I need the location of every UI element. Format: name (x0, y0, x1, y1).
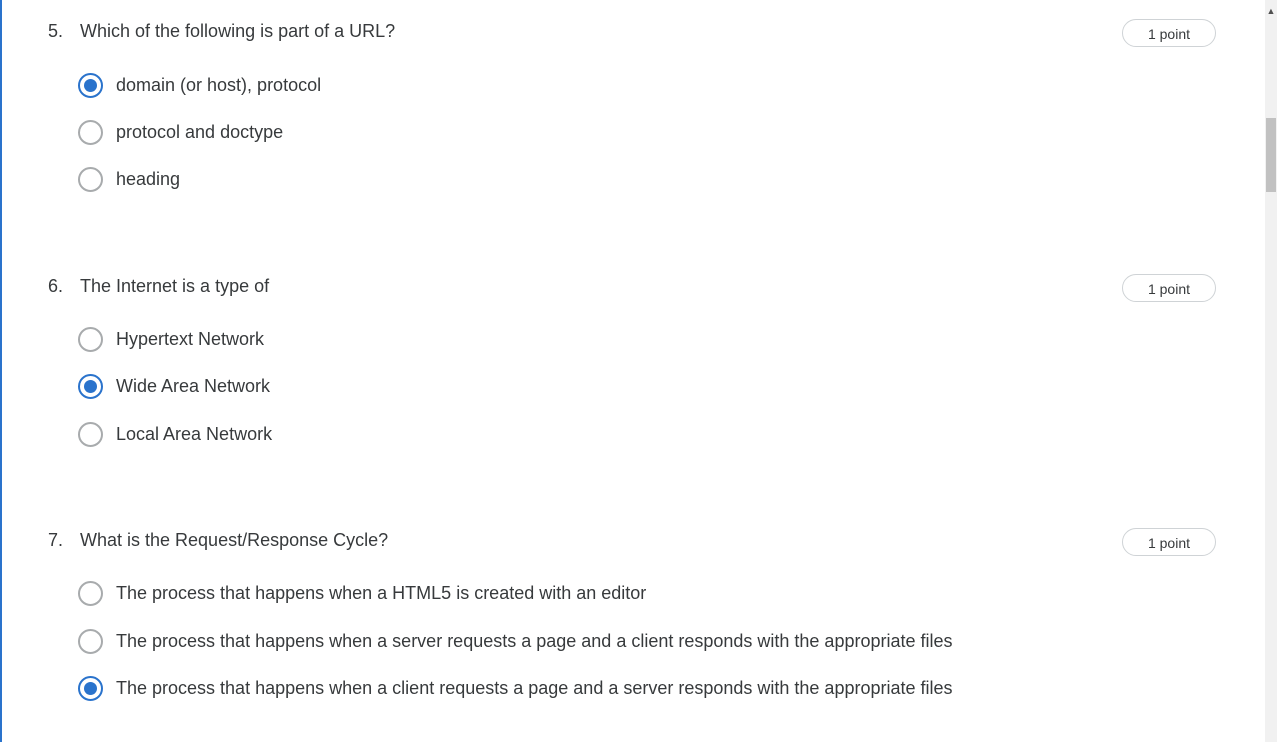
option-label: The process that happens when a HTML5 is… (116, 582, 647, 603)
question-text: What is the Request/Response Cycle? (80, 530, 389, 550)
question-text: The Internet is a type of (80, 276, 270, 296)
option-label: Hypertext Network (116, 328, 265, 349)
radio-button[interactable] (78, 628, 103, 654)
option-q6-2[interactable]: Wide Area Network (78, 372, 270, 400)
option-q5-2[interactable]: protocol and doctype (78, 118, 283, 146)
question-title: 5. Which of the following is part of a UR… (48, 19, 395, 43)
option-label: Local Area Network (116, 423, 273, 444)
scrollbar-thumb[interactable] (1266, 118, 1276, 192)
radio-button[interactable] (78, 166, 103, 192)
option-label: heading (116, 168, 181, 189)
option-q5-1[interactable]: domain (or host), protocol (78, 71, 321, 99)
question-number: 7. (48, 530, 64, 550)
vertical-scrollbar[interactable]: ▲ (1265, 0, 1277, 742)
option-q5-3[interactable]: heading (78, 165, 180, 193)
scroll-up-arrow-icon[interactable]: ▲ (1265, 0, 1277, 18)
radio-button[interactable] (78, 119, 103, 145)
points-badge: 1 point (1122, 528, 1216, 556)
points-badge: 1 point (1122, 274, 1216, 302)
radio-button[interactable] (78, 72, 103, 98)
points-badge: 1 point (1122, 19, 1216, 47)
option-label: domain (or host), protocol (116, 74, 322, 95)
radio-button[interactable] (78, 326, 103, 352)
option-label: protocol and doctype (116, 121, 284, 142)
option-label: Wide Area Network (116, 375, 271, 396)
option-q7-1[interactable]: The process that happens when a HTML5 is… (78, 579, 646, 607)
option-q7-2[interactable]: The process that happens when a server r… (78, 627, 953, 655)
radio-button[interactable] (78, 373, 103, 399)
left-accent-bar (0, 0, 2, 742)
option-label: The process that happens when a client r… (116, 677, 953, 698)
radio-button[interactable] (78, 421, 103, 447)
question-title: 6. The Internet is a type of (48, 274, 269, 298)
question-text: Which of the following is part of a URL? (80, 21, 396, 41)
question-title: 7. What is the Request/Response Cycle? (48, 528, 388, 552)
radio-button[interactable] (78, 580, 103, 606)
question-number: 6. (48, 276, 64, 296)
radio-button[interactable] (78, 675, 103, 701)
option-q6-3[interactable]: Local Area Network (78, 420, 272, 448)
option-label: The process that happens when a server r… (116, 630, 953, 651)
option-q7-3[interactable]: The process that happens when a client r… (78, 674, 953, 702)
question-number: 5. (48, 21, 64, 41)
option-q6-1[interactable]: Hypertext Network (78, 325, 264, 353)
